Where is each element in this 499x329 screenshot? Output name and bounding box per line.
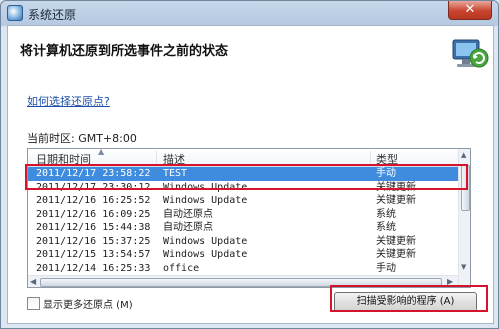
scroll-down-icon[interactable]: ▼	[461, 263, 466, 271]
restore-point-description: TEST	[163, 168, 188, 179]
restore-point-description: Windows Update	[163, 195, 248, 206]
how-to-choose-restore-point-link[interactable]: 如何选择还原点?	[27, 93, 110, 109]
restore-point-type: 关键更新	[376, 235, 416, 247]
restore-point-description: 自动还原点	[163, 208, 213, 220]
column-header-type[interactable]: 类型	[376, 151, 398, 167]
restore-point-description: Windows Update	[163, 235, 248, 247]
sort-ascending-icon: ▲	[98, 148, 105, 156]
page-title: 将计算机还原到所选事件之前的状态	[20, 44, 229, 59]
list-item[interactable]: 2011/12/16 15:37:25 Windows Update 关键更新	[28, 235, 458, 249]
restore-point-description: 自动还原点	[163, 222, 213, 233]
column-divider[interactable]	[370, 151, 371, 165]
list-item[interactable]: 2011/12/15 13:54:57 Windows Update 关键更新	[28, 248, 458, 262]
list-item[interactable]: 2011/12/14 16:25:33 office 手动	[28, 262, 458, 276]
restore-point-type: 关键更新	[376, 181, 416, 193]
restore-point-type: 关键更新	[376, 195, 416, 206]
show-more-checkbox[interactable]	[27, 297, 40, 310]
window-title: 系统还原	[28, 8, 77, 22]
close-button[interactable]: ✕	[448, 1, 492, 20]
scan-affected-programs-button[interactable]: 扫描受影响的程序 (A)	[334, 292, 477, 312]
restore-point-date: 2011/12/16 16:09:25	[36, 208, 151, 220]
horizontal-scrollbar[interactable]: ◀ ▶	[28, 275, 458, 287]
dialog-content: 将计算机还原到所选事件之前的状态 如何选择还原点? 当前时区: GMT+8:00…	[7, 25, 494, 324]
vertical-scrollbar[interactable]: ▲ ▼	[458, 149, 470, 287]
scroll-up-icon[interactable]: ▲	[461, 151, 466, 159]
scroll-left-icon[interactable]: ◀	[30, 277, 36, 286]
restore-point-type: 系统	[376, 222, 396, 233]
restore-point-list[interactable]: ▲ 日期和时间 描述 类型 2011/12/17 23:58:22 TEST 手…	[27, 148, 471, 288]
list-item[interactable]: 2011/12/17 23:58:22 TEST 手动	[28, 167, 458, 181]
title-bar: 系统还原 ✕	[1, 1, 498, 25]
show-more-label[interactable]: 显示更多还原点 (M)	[43, 296, 133, 311]
list-item[interactable]: 2011/12/16 16:09:25 自动还原点 系统	[28, 208, 458, 222]
column-header-description[interactable]: 描述	[163, 151, 185, 167]
restore-point-type: 手动	[376, 262, 396, 274]
restore-point-date: 2011/12/16 15:44:38	[36, 222, 151, 233]
computer-restore-icon	[452, 39, 489, 68]
column-header-date[interactable]: 日期和时间	[36, 151, 91, 167]
list-item[interactable]: 2011/12/16 16:25:52 Windows Update 关键更新	[28, 194, 458, 208]
list-item[interactable]: 2011/12/17 23:30:12 Windows Update 关键更新	[28, 181, 458, 195]
restore-point-date: 2011/12/14 16:25:33	[36, 262, 151, 274]
restore-point-type: 系统	[376, 208, 396, 220]
restore-point-date: 2011/12/17 23:30:12	[36, 181, 151, 193]
system-restore-app-icon	[7, 5, 23, 21]
restore-point-description: Windows Update	[163, 249, 248, 260]
restore-point-date: 2011/12/16 15:37:25	[36, 235, 151, 247]
restore-point-description: Windows Update	[163, 181, 248, 193]
system-restore-window: 系统还原 ✕ 将计算机还原到所选事件之前的状态 如何选择还原点? 当前时区: G…	[0, 0, 499, 329]
list-header: ▲ 日期和时间 描述 类型	[28, 149, 458, 167]
scroll-right-icon[interactable]: ▶	[447, 277, 453, 286]
column-divider[interactable]	[156, 151, 157, 165]
restore-point-type: 关键更新	[376, 249, 416, 260]
list-item[interactable]: 2011/12/16 15:44:38 自动还原点 系统	[28, 221, 458, 235]
list-rows: 2011/12/17 23:58:22 TEST 手动 2011/12/17 2…	[28, 167, 458, 275]
vertical-scroll-thumb[interactable]	[461, 165, 470, 211]
restore-point-type: 手动	[376, 168, 396, 179]
restore-point-date: 2011/12/16 16:25:52	[36, 195, 151, 206]
restore-point-date: 2011/12/17 23:58:22	[36, 168, 151, 179]
timezone-label: 当前时区: GMT+8:00	[27, 132, 137, 145]
restore-point-date: 2011/12/15 13:54:57	[36, 249, 151, 260]
restore-point-description: office	[163, 262, 200, 274]
horizontal-scroll-thumb[interactable]	[40, 278, 442, 287]
